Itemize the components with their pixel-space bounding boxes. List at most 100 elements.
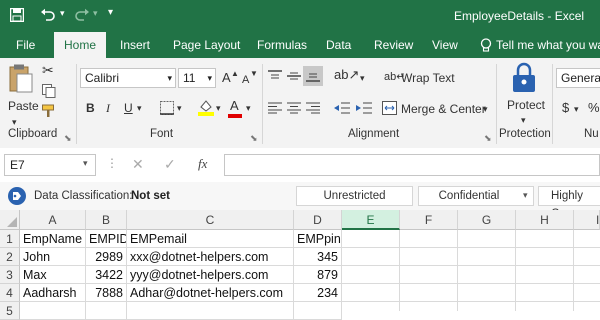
number-format-combo[interactable]: General	[556, 68, 600, 88]
cell-c3[interactable]: yyy@dotnet-helpers.com	[127, 266, 294, 284]
align-middle-icon[interactable]	[287, 70, 301, 82]
protect-button[interactable]: Protect	[507, 95, 545, 115]
format-painter-icon[interactable]	[42, 104, 58, 118]
align-top-icon[interactable]	[268, 70, 282, 82]
cell-b3[interactable]: 3422	[86, 266, 127, 284]
cell-d1[interactable]: EMPpin	[294, 230, 342, 248]
column-header-e[interactable]: E	[342, 210, 400, 230]
fill-color-dropdown-icon[interactable]: ▾	[216, 98, 221, 118]
column-header-a[interactable]: A	[20, 210, 86, 230]
insert-function-button[interactable]: fx	[198, 156, 207, 172]
confidential-dropdown-icon[interactable]: ▾	[523, 190, 528, 201]
clipboard-launcher-icon[interactable]: ⬊	[64, 128, 72, 148]
paste-icon[interactable]	[8, 64, 34, 94]
more-options-icon[interactable]: ⋮	[106, 156, 118, 170]
tab-page-layout[interactable]: Page Layout	[173, 32, 240, 58]
increase-indent-icon[interactable]	[356, 102, 372, 114]
label-confidential-button[interactable]: Confidential	[418, 186, 534, 206]
column-header-f[interactable]: F	[400, 210, 458, 230]
row-header[interactable]: 1	[0, 230, 20, 248]
cell-a5[interactable]	[20, 302, 86, 320]
borders-icon[interactable]	[160, 101, 174, 115]
undo-dropdown-icon[interactable]: ▾	[60, 8, 65, 19]
font-color-icon[interactable]: A	[230, 96, 239, 116]
cell-a1[interactable]: EmpName	[20, 230, 86, 248]
grow-font-button[interactable]: A	[222, 68, 231, 88]
column-header-b[interactable]: B	[86, 210, 127, 230]
borders-dropdown-icon[interactable]: ▾	[177, 98, 182, 118]
formula-input[interactable]	[224, 154, 600, 176]
row-header[interactable]: 4	[0, 284, 20, 302]
name-box[interactable]: E7 ▾	[4, 154, 96, 176]
currency-dropdown-icon[interactable]: ▾	[574, 99, 579, 119]
cell-d2[interactable]: 345	[294, 248, 342, 266]
cell-b1[interactable]: EMPID	[86, 230, 127, 248]
label-highly-confidential-button[interactable]: Highly Cor	[538, 186, 600, 220]
label-unrestricted-button[interactable]: Unrestricted	[296, 186, 413, 206]
redo-icon[interactable]	[74, 8, 90, 22]
align-center-icon[interactable]	[287, 102, 301, 114]
font-color-dropdown-icon[interactable]: ▾	[246, 98, 251, 118]
column-header-g[interactable]: G	[458, 210, 516, 230]
cell-b5[interactable]	[86, 302, 127, 320]
tab-view[interactable]: View	[432, 32, 458, 58]
align-right-icon[interactable]	[306, 102, 320, 114]
tab-data[interactable]: Data	[326, 32, 351, 58]
wrap-text-button[interactable]: Wrap Text	[401, 68, 455, 88]
column-header-c[interactable]: C	[127, 210, 294, 230]
align-left-icon[interactable]	[268, 102, 282, 114]
percent-button[interactable]: %	[588, 98, 600, 118]
customize-toolbar-icon[interactable]: ▾	[108, 7, 113, 18]
save-icon[interactable]	[10, 8, 24, 22]
tab-review[interactable]: Review	[374, 32, 413, 58]
column-header-i[interactable]: I	[574, 210, 600, 230]
italic-button[interactable]: I	[106, 98, 110, 118]
cell-a3[interactable]: Max	[20, 266, 86, 284]
empty-cells-area[interactable]	[342, 230, 600, 311]
cancel-icon[interactable]: ✕	[132, 156, 144, 173]
font-launcher-icon[interactable]: ⬊	[250, 128, 258, 148]
cell-c4[interactable]: Adhar@dotnet-helpers.com	[127, 284, 294, 302]
tab-file[interactable]: File	[16, 32, 35, 58]
decrease-indent-icon[interactable]	[334, 102, 350, 114]
cell-b2[interactable]: 2989	[86, 248, 127, 266]
merge-center-button[interactable]: Merge & Center	[401, 99, 486, 119]
underline-dropdown-icon[interactable]: ▾	[137, 98, 142, 118]
cell-c1[interactable]: EMPemail	[127, 230, 294, 248]
cell-c2[interactable]: xxx@dotnet-helpers.com	[127, 248, 294, 266]
currency-button[interactable]: $	[562, 98, 569, 118]
shrink-font-button[interactable]: A	[242, 70, 249, 90]
column-header-h[interactable]: H	[516, 210, 574, 230]
cell-b4[interactable]: 7888	[86, 284, 127, 302]
tab-home[interactable]: Home	[54, 32, 107, 58]
protect-dropdown-icon[interactable]: ▾	[521, 110, 526, 130]
redo-dropdown-icon[interactable]: ▾	[93, 8, 98, 19]
tab-formulas[interactable]: Formulas	[257, 32, 307, 58]
cell-d5[interactable]	[294, 302, 342, 320]
cell-a2[interactable]: John	[20, 248, 86, 266]
alignment-launcher-icon[interactable]: ⬊	[484, 128, 492, 148]
cell-a4[interactable]: Aadharsh	[20, 284, 86, 302]
orientation-icon[interactable]: ab↗	[334, 65, 359, 85]
column-header-d[interactable]: D	[294, 210, 342, 230]
cut-icon[interactable]: ✂	[42, 60, 54, 80]
font-name-combo[interactable]: Calibri ▾	[80, 68, 176, 88]
row-header[interactable]: 5	[0, 302, 20, 320]
row-header[interactable]: 2	[0, 248, 20, 266]
bold-button[interactable]: B	[86, 98, 95, 118]
merge-dropdown-icon[interactable]: ▾	[483, 99, 488, 119]
enter-icon[interactable]: ✓	[164, 156, 176, 173]
undo-icon[interactable]	[40, 8, 56, 22]
underline-button[interactable]: U	[124, 98, 133, 118]
cell-d3[interactable]: 879	[294, 266, 342, 284]
orientation-dropdown-icon[interactable]: ▾	[360, 68, 365, 88]
cell-d4[interactable]: 234	[294, 284, 342, 302]
copy-icon[interactable]	[42, 84, 56, 98]
cell-c5[interactable]	[127, 302, 294, 320]
font-size-combo[interactable]: 11 ▾	[178, 68, 216, 88]
tab-insert[interactable]: Insert	[120, 32, 150, 58]
row-header[interactable]: 3	[0, 266, 20, 284]
tell-me-search[interactable]: Tell me what you want	[496, 32, 600, 58]
lock-icon[interactable]	[510, 62, 538, 94]
select-all-button[interactable]	[0, 210, 20, 230]
